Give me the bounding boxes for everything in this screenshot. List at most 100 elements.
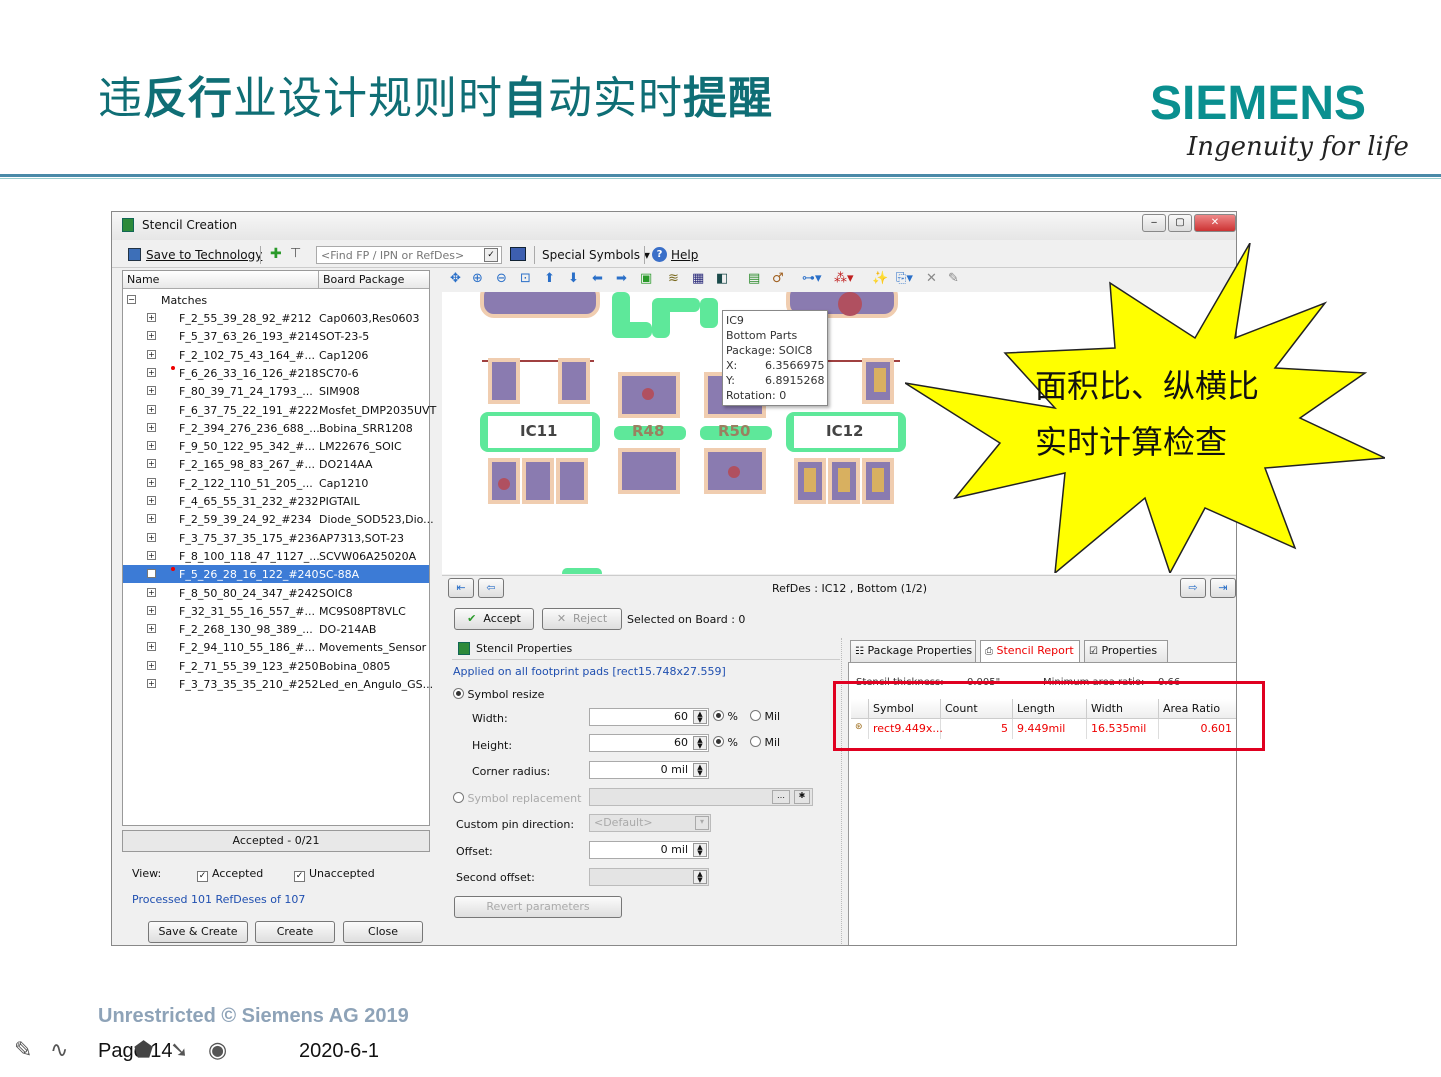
- height-field[interactable]: 60 ▲ ▼: [589, 734, 709, 752]
- spinner-icon[interactable]: ▲ ▼: [693, 736, 707, 750]
- tree-row[interactable]: + F_9_50_122_95_342_#... LM22676_SOIC: [123, 437, 429, 455]
- tree-row[interactable]: + F_2_59_39_24_92_#234 Diode_SOD523,Dio...: [123, 510, 434, 528]
- eraser-icon[interactable]: ⬟: [134, 1038, 153, 1063]
- tree-root-matches[interactable]: − Matches: [123, 291, 429, 309]
- expand-icon[interactable]: +: [147, 660, 156, 670]
- pads-icon[interactable]: ◧: [716, 271, 728, 286]
- corner-radius-field[interactable]: 0 mil ▲ ▼: [589, 761, 709, 779]
- add-icon[interactable]: ✚: [270, 246, 282, 262]
- close-button[interactable]: Close: [343, 921, 423, 943]
- radio-icon[interactable]: [750, 710, 761, 721]
- help-button[interactable]: Help: [671, 248, 698, 262]
- close-window-button[interactable]: ✕: [1194, 214, 1236, 232]
- expand-icon[interactable]: +: [147, 569, 156, 579]
- symbol-resize-radio[interactable]: Symbol resize: [453, 688, 544, 701]
- zoom-in-icon[interactable]: ⊕: [472, 271, 483, 286]
- expand-icon[interactable]: +: [147, 422, 156, 432]
- tree-row[interactable]: + F_6_37_75_22_191_#222 Mosfet_DMP2035UVT: [123, 401, 436, 419]
- width-field[interactable]: 60 ▲ ▼: [589, 708, 709, 726]
- tree-row[interactable]: + F_2_71_55_39_123_#250 Bobina_0805: [123, 657, 429, 675]
- radio-icon[interactable]: [750, 736, 761, 747]
- height-mil-radio[interactable]: Mil: [750, 736, 780, 749]
- create-button[interactable]: Create: [255, 921, 335, 943]
- expand-icon[interactable]: +: [147, 550, 156, 560]
- tree-row[interactable]: + F_3_75_37_35_175_#236 AP7313,SOT-23: [123, 529, 429, 547]
- expand-icon[interactable]: +: [147, 642, 156, 652]
- special-symbols-menu[interactable]: Special Symbols ▾: [542, 248, 650, 262]
- tree-row[interactable]: + F_2_55_39_28_92_#212 Cap0603,Res0603: [123, 309, 429, 327]
- tree-row[interactable]: + F_6_26_33_16_126_#218 SC70-6: [123, 364, 429, 382]
- second-offset-field[interactable]: ▲ ▼: [589, 868, 709, 886]
- radio-icon[interactable]: [713, 736, 724, 747]
- radio-icon[interactable]: [453, 792, 464, 803]
- zoom-out-icon[interactable]: ⊖: [496, 271, 507, 286]
- tree-row[interactable]: + F_80_39_71_24_1793_... SIM908: [123, 382, 429, 400]
- expand-icon[interactable]: +: [147, 496, 156, 505]
- tree-row[interactable]: + F_2_122_110_51_205_... Cap1210: [123, 474, 429, 492]
- expand-icon[interactable]: +: [147, 386, 156, 396]
- expand-icon[interactable]: +: [147, 313, 156, 322]
- tree-row[interactable]: + F_32_31_55_16_557_#... MC9S08PT8VLC: [123, 602, 429, 620]
- custom-pin-direction-select[interactable]: <Default> ▾: [589, 814, 711, 832]
- grid-icon[interactable]: ▦: [692, 271, 704, 286]
- pen-icon[interactable]: ✎: [14, 1038, 32, 1063]
- find-input[interactable]: <Find FP / IPN or RefDes>: [316, 246, 502, 264]
- tab-package-properties[interactable]: ☷ Package Properties: [850, 640, 976, 662]
- expand-icon[interactable]: +: [147, 605, 156, 615]
- arrow-right-icon[interactable]: ➡: [616, 271, 627, 286]
- help-icon[interactable]: ?: [652, 247, 667, 262]
- expand-icon[interactable]: +: [147, 367, 156, 377]
- tree-row[interactable]: + F_2_394_276_236_688_... Bobina_SRR1208: [123, 419, 429, 437]
- spinner-icon[interactable]: ▲ ▼: [693, 843, 707, 857]
- symbol-replacement-field[interactable]: … ✱: [589, 788, 813, 806]
- zoom-area-icon[interactable]: ⊡: [520, 271, 531, 286]
- offset-field[interactable]: 0 mil ▲ ▼: [589, 841, 709, 859]
- layers-icon[interactable]: ≋: [668, 271, 679, 286]
- tab-properties[interactable]: ☑ Properties: [1084, 640, 1168, 662]
- revert-parameters-button[interactable]: Revert parameters: [454, 896, 622, 918]
- spinner-icon[interactable]: ▲ ▼: [693, 710, 707, 724]
- record-icon[interactable]: ◉: [208, 1038, 227, 1063]
- spinner-icon[interactable]: ▲ ▼: [693, 763, 707, 777]
- tab-stencil-report[interactable]: ⎙ Stencil Report: [980, 640, 1080, 662]
- first-icon[interactable]: ⇤: [448, 578, 474, 598]
- tree-row[interactable]: + F_8_100_118_47_1127_... SCVW06A25020A: [123, 547, 429, 565]
- expand-icon[interactable]: +: [147, 514, 156, 524]
- expand-icon[interactable]: +: [147, 441, 156, 451]
- delete-pattern-icon[interactable]: ⁂▾: [834, 271, 854, 286]
- browse-icon[interactable]: …: [772, 790, 790, 804]
- scribble-icon[interactable]: ∿: [50, 1038, 68, 1063]
- expand-icon[interactable]: +: [147, 624, 156, 634]
- tree-row[interactable]: + F_8_50_80_24_347_#242 SOIC8: [123, 584, 429, 602]
- tree-row[interactable]: + F_4_65_55_31_232_#232 PIGTAIL: [123, 492, 429, 510]
- radio-icon[interactable]: [713, 710, 724, 721]
- arrow-up-icon[interactable]: ⬆: [544, 271, 555, 286]
- tree-row[interactable]: + F_3_73_35_35_210_#252 Led_en_Angulo_GS..…: [123, 675, 433, 693]
- chevron-down-icon[interactable]: ▾: [695, 816, 709, 830]
- tree-row[interactable]: + F_5_26_28_16_122_#240 SC-88A: [123, 565, 429, 584]
- symbol-replacement-radio[interactable]: Symbol replacement: [453, 792, 581, 805]
- radio-icon[interactable]: [453, 688, 464, 699]
- reject-button[interactable]: ✕ Reject: [542, 608, 622, 630]
- settings-icon[interactable]: ✱: [794, 790, 810, 804]
- arrow-left-icon[interactable]: ⬅: [592, 271, 603, 286]
- expand-icon[interactable]: +: [147, 532, 156, 542]
- column-header-board-package[interactable]: Board Package: [319, 271, 429, 289]
- export-icon[interactable]: ▤: [748, 271, 760, 286]
- measure-icon[interactable]: ♂: [772, 271, 784, 286]
- expand-icon[interactable]: +: [147, 587, 156, 597]
- unaccepted-checkbox[interactable]: ✓ Unaccepted: [294, 867, 375, 882]
- tree-row[interactable]: + F_2_268_130_98_389_... DO-214AB: [123, 620, 429, 638]
- expand-icon[interactable]: +: [147, 459, 156, 469]
- previous-icon[interactable]: ⇦: [478, 578, 504, 598]
- expand-icon[interactable]: +: [147, 477, 156, 487]
- expand-icon[interactable]: +: [147, 679, 156, 688]
- maximize-button[interactable]: ▢: [1168, 214, 1192, 232]
- wand-icon[interactable]: ✨: [872, 271, 888, 286]
- minimize-button[interactable]: ‒: [1142, 214, 1166, 232]
- tree-icon[interactable]: ⊤: [290, 246, 301, 261]
- checkbox-icon[interactable]: ✓: [197, 871, 208, 882]
- width-mil-radio[interactable]: Mil: [750, 710, 780, 723]
- collapse-icon[interactable]: −: [127, 295, 136, 304]
- save-create-button[interactable]: Save & Create: [148, 921, 248, 943]
